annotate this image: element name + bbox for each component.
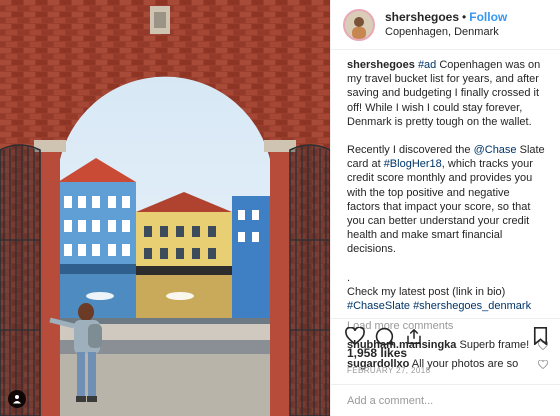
caption-text-2c: , which tracks your credit score monthly… [347, 158, 533, 256]
hashtag-chaseslate[interactable]: #ChaseSlate [347, 300, 410, 312]
likes-count[interactable]: 1,958 likes [347, 346, 407, 360]
post-header: shershegoes • Follow Copenhagen, Denmark [331, 0, 560, 50]
caption: shershegoes #ad Copenhagen was on my tra… [331, 50, 560, 333]
caption-username[interactable]: shershegoes [347, 59, 415, 71]
post-sidebar: shershegoes • Follow Copenhagen, Denmark s… [330, 0, 560, 416]
follow-button[interactable]: Follow [469, 10, 507, 24]
caption-dot: . [347, 271, 351, 284]
caption-paragraph-3: . Check my latest post (link in bio) #Chas… [347, 271, 545, 314]
location-link[interactable]: Copenhagen, Denmark [385, 25, 507, 40]
add-comment-input[interactable] [347, 394, 545, 407]
hashtag-blogher18[interactable]: #BlogHer18 [384, 158, 442, 170]
separator-dot: • [462, 10, 467, 24]
bookmark-icon[interactable] [533, 327, 548, 350]
caption-paragraph-2: Recently I discovered the @Chase Slate c… [347, 143, 545, 257]
tag-user-icon[interactable] [8, 390, 26, 408]
caption-text-2a: Recently I discovered the [347, 144, 474, 157]
header-text: shershegoes • Follow Copenhagen, Denmark [385, 9, 507, 40]
hashtag-shershegoes-denmark[interactable]: #shershegoes_denmark [413, 300, 531, 312]
username-link[interactable]: shershegoes [385, 10, 459, 24]
photo-illustration [0, 0, 330, 416]
add-comment-area [331, 384, 560, 416]
caption-text-3: Check my latest post (link in bio) [347, 285, 506, 298]
post-date: FEBRUARY 27, 2018 [347, 366, 431, 375]
hashtag-ad[interactable]: #ad [418, 59, 436, 71]
avatar[interactable] [343, 8, 375, 41]
post-photo[interactable] [0, 0, 330, 416]
mention-chase[interactable]: @Chase [474, 144, 517, 156]
share-icon[interactable] [405, 327, 423, 351]
heart-icon[interactable] [538, 359, 548, 371]
caption-paragraph-1: shershegoes #ad Copenhagen was on my tra… [347, 58, 545, 129]
